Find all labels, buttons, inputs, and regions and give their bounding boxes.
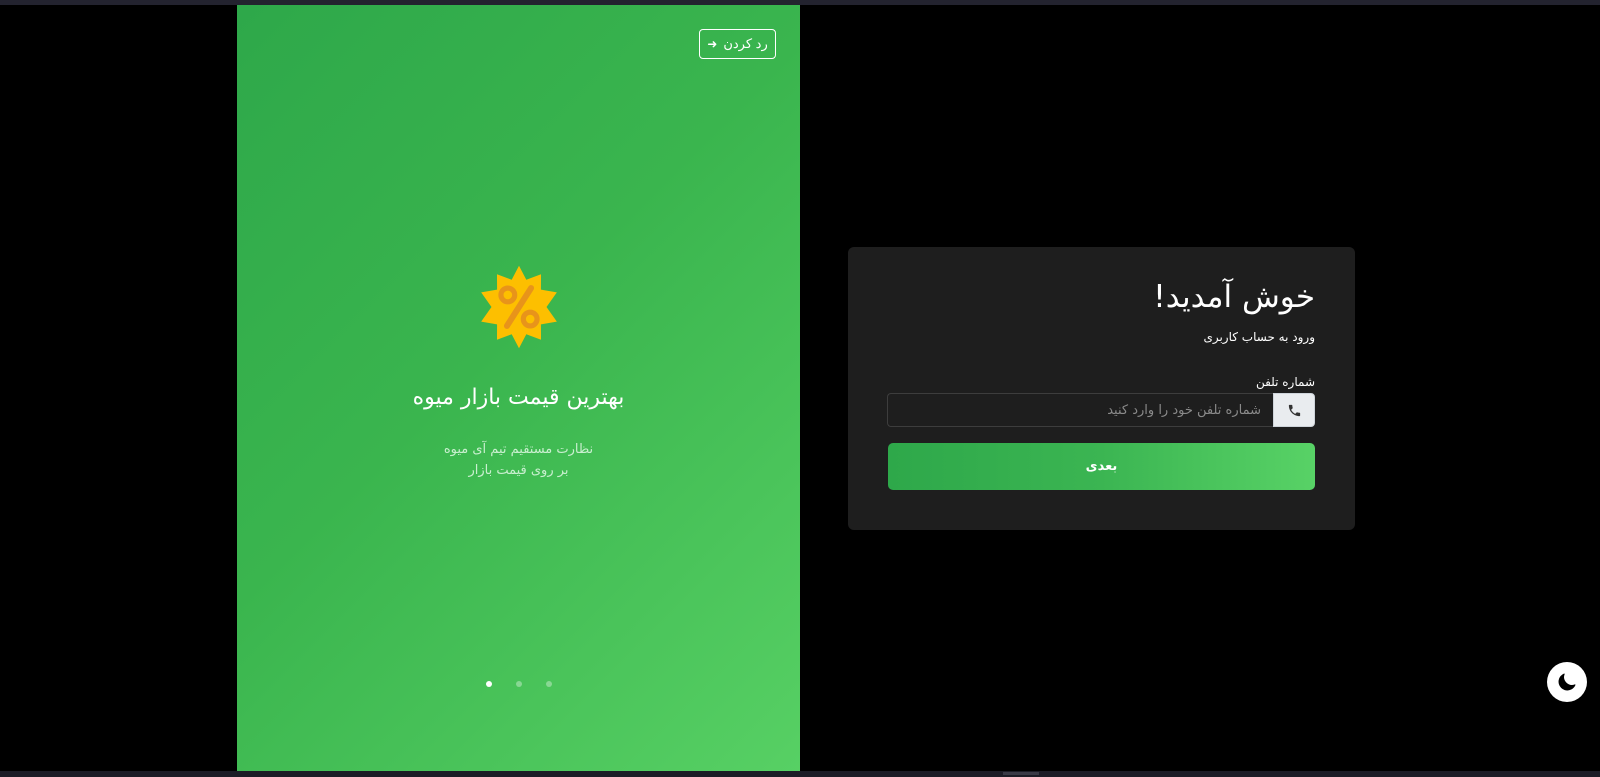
theme-toggle-button[interactable] <box>1547 662 1587 702</box>
login-title: خوش آمدید! <box>1153 279 1315 315</box>
slide-dot-3[interactable] <box>545 681 552 687</box>
phone-icon <box>1273 393 1315 427</box>
next-button[interactable]: بعدی <box>888 443 1315 490</box>
phone-label: شماره تلفن <box>1255 375 1315 389</box>
slide-description: نظارت مستقیم تیم آی میوه بر روی قیمت باز… <box>237 439 800 481</box>
onboarding-slide-panel: رد کردن ➜ بهترین قیمت بازار میوه نظارت م… <box>237 5 800 771</box>
slide-pagination <box>237 681 800 687</box>
skip-label: رد کردن <box>723 36 768 51</box>
discount-percent-badge-icon <box>481 265 557 349</box>
phone-input[interactable] <box>887 393 1273 427</box>
scroll-indicator <box>1003 772 1039 775</box>
slide-description-line-1: نظارت مستقیم تیم آی میوه <box>443 442 594 457</box>
slide-dot-1[interactable] <box>485 681 492 687</box>
slide-title: بهترین قیمت بازار میوه <box>412 385 625 410</box>
slide-description-line-2: بر روی قیمت بازار <box>468 463 569 478</box>
moon-icon <box>1558 673 1576 691</box>
slide-dot-2[interactable] <box>515 681 522 687</box>
arrow-right-icon: ➜ <box>707 37 718 51</box>
login-subtitle: ورود به حساب کاربری <box>1203 330 1315 344</box>
login-card: خوش آمدید! ورود به حساب کاربری شماره تلف… <box>848 247 1355 530</box>
phone-input-group <box>887 393 1315 427</box>
skip-button[interactable]: رد کردن ➜ <box>699 29 776 59</box>
bottom-strip <box>0 771 1600 777</box>
phone-icon-glyph <box>1288 404 1300 416</box>
